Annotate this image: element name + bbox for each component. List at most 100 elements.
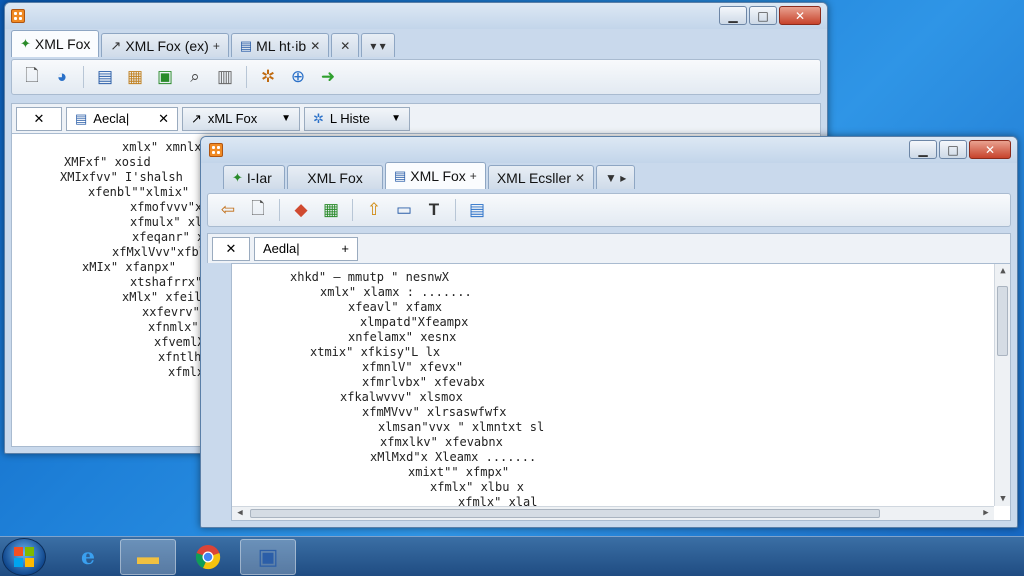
chevron-down-icon: ▼ [281,113,291,124]
run-arrow-icon[interactable]: ➜ [316,65,340,89]
tab-add-icon[interactable]: + [213,39,220,53]
tab-overflow-menu[interactable]: ▾ ▾ [361,33,395,57]
tab-label: XML Ecsller [496,169,571,186]
front-window-editor[interactable]: xhkd" – mmutp " nesnwX xmlx" xlamx : ...… [231,263,1011,521]
code-line: xMIx" xfanpx" [82,260,176,274]
chevron-down-icon: ▼ [391,113,401,124]
tab-xml-fox[interactable]: ✦ XML Fox [11,30,100,57]
wand-icon: ↗ [191,110,202,126]
front-window-toolbar: ⇦ 🗋 ◆ ▦ ⇧ ▭ T ▤ [207,193,1011,227]
tab-ml-html[interactable]: ▤ ML ht·ib ✕ [230,33,330,57]
maximize-button[interactable]: □ [939,140,967,159]
format-icon[interactable]: ▥ [213,65,237,89]
new-document-icon[interactable]: 🗋 [20,65,44,89]
code-line: xfkalwvvv" xlsmox [340,390,463,404]
back-arrow-icon[interactable]: ⇦ [216,198,240,222]
doc-tab-aedlaj[interactable]: Aedla| + [254,236,358,261]
check-icon[interactable]: ▣ [153,65,177,89]
start-button[interactable] [2,538,46,576]
text-icon[interactable]: T [422,198,446,222]
xml-fox-app-icon [11,9,25,23]
doc-tab-aeclal[interactable]: ▤ Aecla| ✕ [66,106,178,131]
xml-fox-app-icon [209,143,223,157]
maximize-button[interactable]: □ [749,6,777,25]
tab-close-icon[interactable]: ✕ [310,39,320,53]
toolbar-separator [352,199,353,221]
history-combo[interactable]: ✲ L Histe ▼ [304,106,410,131]
tab-overflow-menu[interactable]: ▼ ▸ [596,165,636,189]
cube-icon[interactable]: ◆ [289,198,313,222]
scrollbar-thumb[interactable] [250,509,880,518]
grid-icon[interactable]: ▦ [319,198,343,222]
minimize-button[interactable]: ▁ [719,6,747,25]
toolbar-separator [279,199,280,221]
code-line: xfmMVvv" xlrsaswfwfx [362,405,507,419]
chrome-logo-icon [195,545,221,570]
close-icon[interactable]: ✕ [34,111,45,127]
scroll-right-icon[interactable]: ▶ [978,508,994,518]
tab-iar[interactable]: ✦ I-Iar [223,165,285,189]
tab-add-icon[interactable]: + [470,169,477,183]
folder-icon[interactable]: ▬ [120,539,176,575]
tab-xml-fox-ex[interactable]: ↗ XML Fox (ex) + [101,33,229,57]
xslt-icon[interactable]: ▦ [123,65,147,89]
close-icon[interactable]: ✕ [158,111,169,127]
validate-icon[interactable]: ▤ [93,65,117,89]
doc-close-button[interactable]: ✕ [16,106,62,131]
globe-icon[interactable]: ◕ [50,65,74,89]
arrow-icon: ✦ [232,169,243,185]
chevron-down-icon[interactable]: ▾ ▾ [370,39,385,53]
add-icon[interactable]: + [341,241,349,256]
settings-icon[interactable]: ✲ [256,65,280,89]
tab-close-icon[interactable]: ✕ [575,171,585,185]
taskbar: e ▬ ▣ [0,536,1024,576]
doc-tab-label: Aecla| [93,111,130,126]
chevron-down-icon[interactable]: ▼ ▸ [605,171,626,185]
code-line: xfeavl" xfamx [348,300,442,314]
code-line: xMlMxd"x Xleamx ....... [370,450,537,464]
document-icon: ▤ [75,110,88,126]
tab-label: ML ht·ib [256,37,307,54]
document-icon: ▤ [239,37,253,53]
back-window-titlebar[interactable]: ▁ □ ✕ [5,3,827,29]
view-combo[interactable]: ↗ xML Fox ▼ [182,106,300,131]
tab-xml-fox[interactable]: XML Fox [287,165,383,189]
toolbar-separator [455,199,456,221]
export-icon[interactable]: ⇧ [362,198,386,222]
doc-close-button[interactable]: ✕ [212,236,250,261]
code-line: xfmofvvv"xk [130,200,210,214]
tab-label: XML Fox [34,36,91,52]
new-document-icon[interactable]: 🗋 [246,198,270,222]
close-button[interactable]: ✕ [969,140,1011,159]
scroll-down-icon[interactable]: ▼ [995,494,1010,504]
tab-label: XML Fox (ex) [125,37,209,54]
vertical-scrollbar[interactable]: ▲ ▼ [994,264,1010,506]
code-line: xmixt"" xfmpx" [408,465,510,479]
xml-fox-icon[interactable]: ▣ [240,539,296,575]
comment-icon[interactable]: ▭ [392,198,416,222]
front-window-document-bar: ✕ Aedla| + [207,233,1011,263]
horizontal-scrollbar[interactable]: ◀ ▶ [232,506,994,520]
close-icon[interactable]: ✕ [340,39,350,53]
tab-close-all[interactable]: ✕ [331,33,360,57]
close-button[interactable]: ✕ [779,6,821,25]
code-line: XMFxf" xosid [64,155,151,169]
wand-icon: ↗ [110,37,122,53]
tab-xml-editor[interactable]: XML Ecsller ✕ [487,165,595,189]
search-icon[interactable]: ⌕ [183,65,207,89]
scroll-up-icon[interactable]: ▲ [995,266,1010,276]
doc-tab-label: Aedla| [263,241,300,256]
minimize-button[interactable]: ▁ [909,140,937,159]
internet-explorer-icon[interactable]: e [60,539,116,575]
scrollbar-thumb[interactable] [997,286,1008,356]
back-window-document-bar: ✕ ▤ Aecla| ✕ ↗ xML Fox ▼ ✲ L Histe ▼ [11,103,821,133]
tools-icon: ✲ [313,110,324,126]
front-window[interactable]: ▁ □ ✕ ✦ I-Iar XML Fox ▤ XML Fox + XML Ec… [200,136,1018,528]
tab-xml-fox-active[interactable]: ▤ XML Fox + [385,162,486,189]
zoom-icon[interactable]: ⊕ [286,65,310,89]
code-line: xmlx" xlamx : ....... [320,285,472,299]
close-icon[interactable]: ✕ [226,241,237,257]
scroll-left-icon[interactable]: ◀ [232,508,248,518]
chrome-icon[interactable] [180,539,236,575]
stack-icon[interactable]: ▤ [465,198,489,222]
